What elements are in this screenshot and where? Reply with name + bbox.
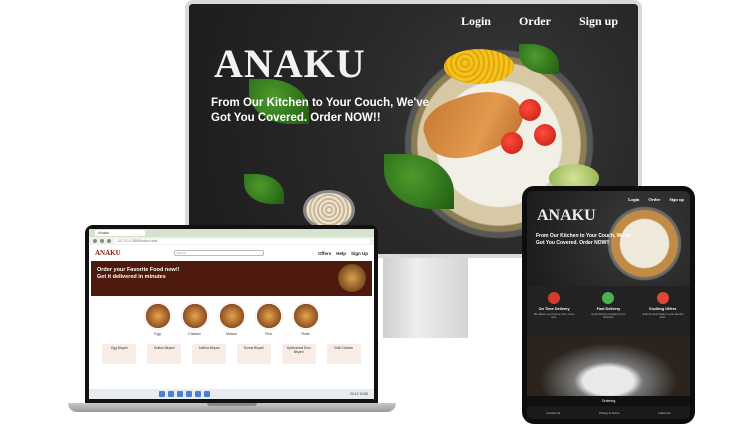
category-label: Fish — [265, 332, 272, 336]
footer-link[interactable]: Privacy & Terms — [599, 411, 619, 415]
search-input[interactable]: Search — [173, 250, 264, 256]
category-label: Rotis — [301, 332, 310, 336]
delivery-truck-icon — [548, 292, 561, 304]
reload-icon[interactable] — [107, 239, 111, 243]
url-input[interactable]: 127.0.0.1:5500/index.html — [114, 238, 370, 244]
site-logo[interactable]: ANAKU — [95, 249, 121, 257]
dish-card[interactable]: Hyderabadi Dum Biryani — [281, 344, 316, 364]
browser-tab[interactable]: Anaku — [95, 230, 145, 236]
dish-card[interactable]: Egg Biryani — [102, 344, 137, 364]
nav-order-link[interactable]: Order — [519, 14, 551, 29]
tablet-hero: Login Order Sign up ANAKU From Our Kitch… — [527, 191, 690, 286]
corn-image — [444, 49, 514, 84]
dish-card[interactable]: Donne Biryani — [236, 344, 271, 364]
feature-title: On Time Delivery — [538, 307, 570, 311]
browser-tab-bar: Anaku — [89, 229, 374, 237]
sesame-bowl-image — [303, 190, 355, 230]
taskbar-app-icon[interactable] — [186, 391, 192, 397]
nav-login-link[interactable]: Login — [461, 14, 491, 29]
desktop-nav: Login Order Sign up — [461, 14, 618, 29]
browser-address-bar: 127.0.0.1:5500/index.html — [89, 237, 374, 245]
restaurant-dish-photo — [527, 336, 690, 396]
tablet-nav: Login Order Sign up — [628, 197, 684, 202]
dish-card[interactable]: Mutton Biryani — [147, 344, 182, 364]
fast-delivery-icon — [602, 292, 615, 304]
feature-card: Exciting Offers Grab the best deals on y… — [640, 292, 685, 336]
feature-card: On Time Delivery We deliver your food on… — [532, 292, 577, 336]
feature-title: Exciting Offers — [649, 307, 677, 311]
banner-line-2: Get it delivered in minutes — [97, 274, 166, 280]
category-image — [143, 302, 172, 330]
category-image — [254, 302, 283, 330]
feature-description: We deliver your food on time, every time… — [533, 313, 575, 320]
nav-order-link[interactable]: Order — [648, 197, 660, 202]
hero-tagline: From Our Kitchen to Your Couch, We've Go… — [536, 233, 631, 246]
offer-tag-icon — [656, 292, 669, 304]
nav-signup-link[interactable]: Sign up — [579, 14, 618, 29]
footer-link[interactable]: Follow Us — [658, 411, 670, 415]
tomato-image — [519, 99, 541, 121]
category-image — [217, 302, 246, 330]
category-item[interactable]: Egg — [143, 302, 172, 336]
dish-card[interactable]: Chilli Chicken — [326, 344, 361, 364]
promo-banner: Order your Favorite Food now!! Get it de… — [91, 261, 372, 296]
features-section: On Time Delivery We deliver your food on… — [527, 286, 690, 336]
category-item[interactable]: Chicken — [180, 302, 209, 336]
tablet-footer: Contact Us Privacy & Terms Follow Us — [527, 406, 690, 419]
forward-icon[interactable] — [100, 239, 104, 243]
banner-food-image — [338, 264, 366, 292]
os-taskbar: 20:12 11/06 — [89, 389, 374, 399]
footer-link[interactable]: Contact Us — [546, 411, 560, 415]
monitor-stand — [383, 258, 468, 338]
dish-card[interactable]: Andhra Biryani — [192, 344, 227, 364]
back-icon[interactable] — [93, 239, 97, 243]
feature-description: Grab the best deals on your favorite foo… — [642, 313, 684, 320]
section-heading: Ordering — [527, 396, 690, 406]
category-image — [180, 302, 209, 330]
category-image — [291, 302, 320, 330]
taskbar-app-icon[interactable] — [195, 391, 201, 397]
category-list: Egg Chicken Mutton Fish Rotis — [89, 302, 374, 336]
feature-card: Fast Delivery Quick delivery straight to… — [586, 292, 631, 336]
category-label: Egg — [154, 332, 161, 336]
site-header: ANAKU Search Offers Help Sign Up — [89, 245, 374, 261]
feature-description: Quick delivery straight to your doorstep… — [591, 313, 626, 320]
nav-login-link[interactable]: Login — [628, 197, 639, 202]
header-links: Offers Help Sign Up — [318, 251, 368, 256]
hero-tagline: From Our Kitchen to Your Couch, We've Go… — [211, 97, 430, 124]
brand-logo: ANAKU — [214, 41, 366, 86]
category-label: Mutton — [226, 332, 237, 336]
taskbar-app-icon[interactable] — [204, 391, 210, 397]
start-icon[interactable] — [159, 391, 165, 397]
category-item[interactable]: Mutton — [217, 302, 246, 336]
taskbar-app-icon[interactable] — [177, 391, 183, 397]
tomato-image — [501, 132, 523, 154]
brand-logo: ANAKU — [537, 207, 596, 224]
tablet-screen: Login Order Sign up ANAKU From Our Kitch… — [527, 191, 690, 419]
banner-text: Order your Favorite Food now!! Get it de… — [97, 267, 180, 281]
basil-leaf-image — [244, 174, 284, 204]
laptop-notch — [207, 403, 257, 406]
category-label: Chicken — [188, 332, 201, 336]
taskbar-clock: 20:12 11/06 — [349, 392, 368, 396]
signup-link[interactable]: Sign Up — [351, 251, 368, 256]
nav-signup-link[interactable]: Sign up — [669, 197, 684, 202]
tomato-image — [534, 124, 556, 146]
laptop: Anaku 127.0.0.1:5500/index.html ANAKU Se… — [85, 225, 378, 403]
device-mockup-scene: Login Order Sign up ANAKU From Our Kitch… — [0, 0, 745, 428]
tablet: Login Order Sign up ANAKU From Our Kitch… — [522, 186, 695, 424]
help-link[interactable]: Help — [336, 251, 346, 256]
category-item[interactable]: Rotis — [291, 302, 320, 336]
banner-line-1: Order your Favorite Food now!! — [97, 267, 180, 273]
dish-card-list: Egg Biryani Mutton Biryani Andhra Biryan… — [89, 344, 374, 364]
offers-link[interactable]: Offers — [318, 251, 331, 256]
category-item[interactable]: Fish — [254, 302, 283, 336]
laptop-screen: Anaku 127.0.0.1:5500/index.html ANAKU Se… — [89, 229, 374, 399]
taskbar-app-icon[interactable] — [168, 391, 174, 397]
feature-title: Fast Delivery — [596, 307, 621, 311]
